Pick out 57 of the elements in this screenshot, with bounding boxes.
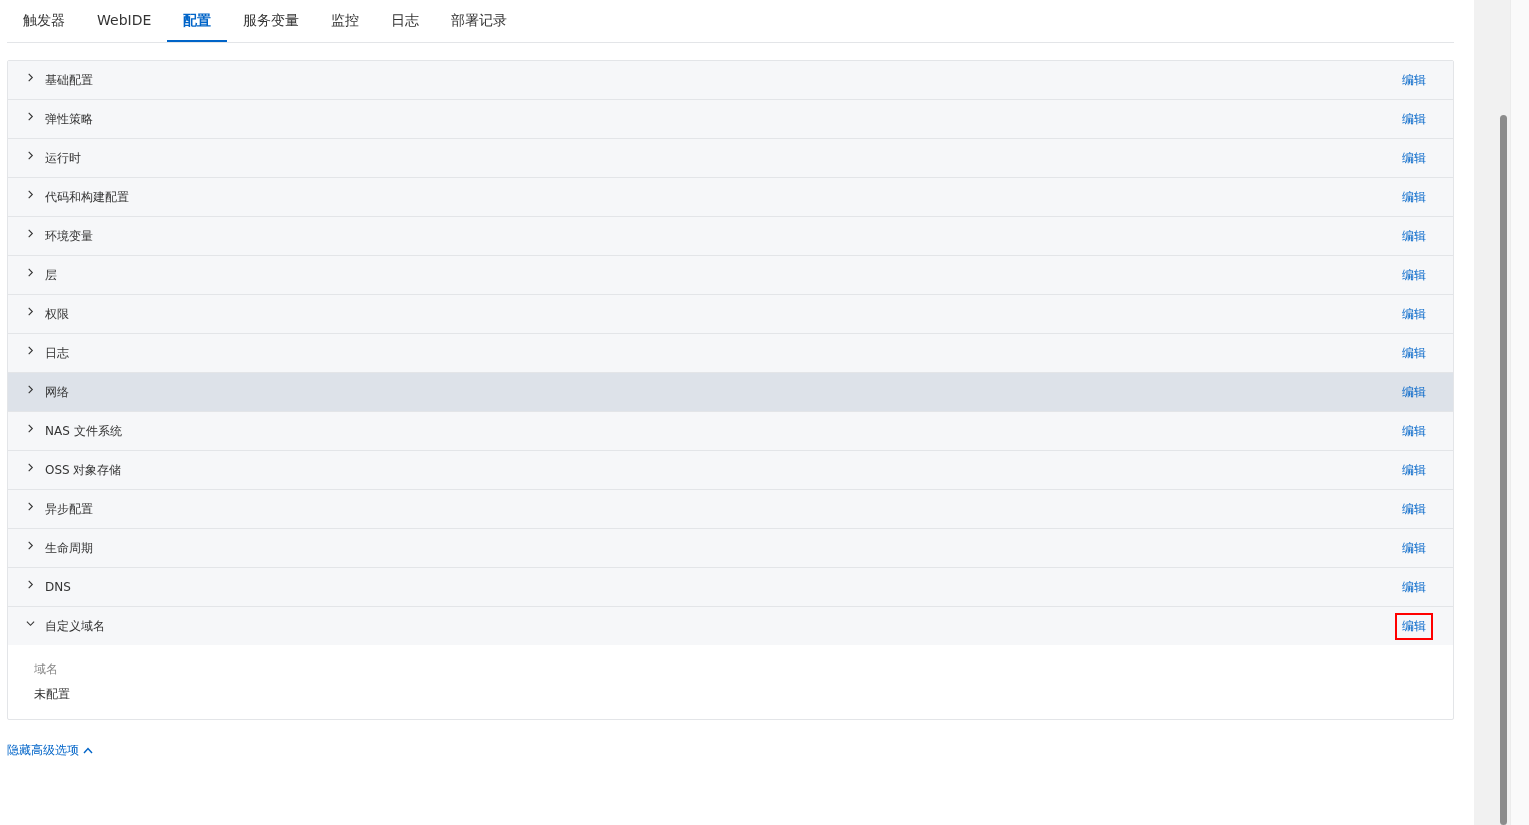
tab[interactable]: 服务变量 [227, 0, 316, 42]
section-header[interactable]: 基础配置 编辑 [8, 61, 1453, 99]
edit-link[interactable]: 编辑 [1395, 66, 1433, 94]
edit-link[interactable]: 编辑 [1395, 144, 1433, 172]
hide-advanced-link[interactable]: 隐藏高级选项 [7, 742, 93, 759]
section-title: 弹性策略 [45, 110, 94, 128]
chevron-up-icon [83, 747, 93, 754]
section-title: 自定义域名 [45, 617, 106, 635]
tab[interactable]: 监控 [315, 0, 376, 42]
section-title: 层 [45, 266, 58, 284]
edit-link[interactable]: 编辑 [1395, 300, 1433, 328]
section-header[interactable]: 运行时 编辑 [8, 138, 1453, 177]
edit-link[interactable]: 编辑 [1395, 495, 1433, 523]
section-title: 日志 [45, 344, 70, 362]
section-title: 生命周期 [45, 539, 94, 557]
section-header[interactable]: 环境变量 编辑 [8, 216, 1453, 255]
section-title: 运行时 [45, 149, 82, 167]
section-header[interactable]: DNS 编辑 [8, 567, 1453, 606]
field-value: 未配置 [34, 686, 71, 703]
section-header[interactable]: NAS 文件系统 编辑 [8, 411, 1453, 450]
section-title: 基础配置 [45, 71, 94, 89]
tab[interactable]: 部署记录 [435, 0, 524, 42]
edit-link[interactable]: 编辑 [1395, 378, 1433, 406]
edit-link[interactable]: 编辑 [1395, 222, 1433, 250]
field-label: 域名 [34, 661, 59, 678]
section-title: OSS 对象存储 [45, 461, 123, 479]
section-title: 权限 [45, 305, 70, 323]
section-header[interactable]: 网络 编辑 [8, 372, 1453, 411]
section-header[interactable]: 弹性策略 编辑 [8, 99, 1453, 138]
tab[interactable]: 日志 [375, 0, 436, 42]
section-title: DNS [45, 580, 72, 594]
edit-link[interactable]: 编辑 [1395, 261, 1433, 289]
section-header[interactable]: 异步配置 编辑 [8, 489, 1453, 528]
edit-link[interactable]: 编辑 [1395, 183, 1433, 211]
section-title: 异步配置 [45, 500, 94, 518]
edit-link[interactable]: 编辑 [1395, 573, 1433, 601]
section-header[interactable]: 自定义域名 编辑 [8, 606, 1453, 645]
tab[interactable]: 配置 [167, 0, 228, 42]
scrollbar[interactable] [1497, 0, 1510, 825]
tab[interactable]: 触发器 [7, 0, 81, 42]
tab[interactable]: WebIDE [81, 0, 168, 42]
section-header[interactable]: 日志 编辑 [8, 333, 1453, 372]
section-title: 网络 [45, 383, 70, 401]
edit-link[interactable]: 编辑 [1395, 612, 1433, 640]
edit-link[interactable]: 编辑 [1395, 339, 1433, 367]
section-title: NAS 文件系统 [45, 422, 123, 440]
edit-link[interactable]: 编辑 [1395, 105, 1433, 133]
edit-link[interactable]: 编辑 [1395, 534, 1433, 562]
edit-link[interactable]: 编辑 [1395, 417, 1433, 445]
section-header[interactable]: 代码和构建配置 编辑 [8, 177, 1453, 216]
section-title: 代码和构建配置 [45, 188, 130, 206]
section-header[interactable]: OSS 对象存储 编辑 [8, 450, 1453, 489]
edit-link[interactable]: 编辑 [1395, 456, 1433, 484]
section-header[interactable]: 层 编辑 [8, 255, 1453, 294]
section-title: 环境变量 [45, 227, 94, 245]
section-header[interactable]: 生命周期 编辑 [8, 528, 1453, 567]
section-header[interactable]: 权限 编辑 [8, 294, 1453, 333]
